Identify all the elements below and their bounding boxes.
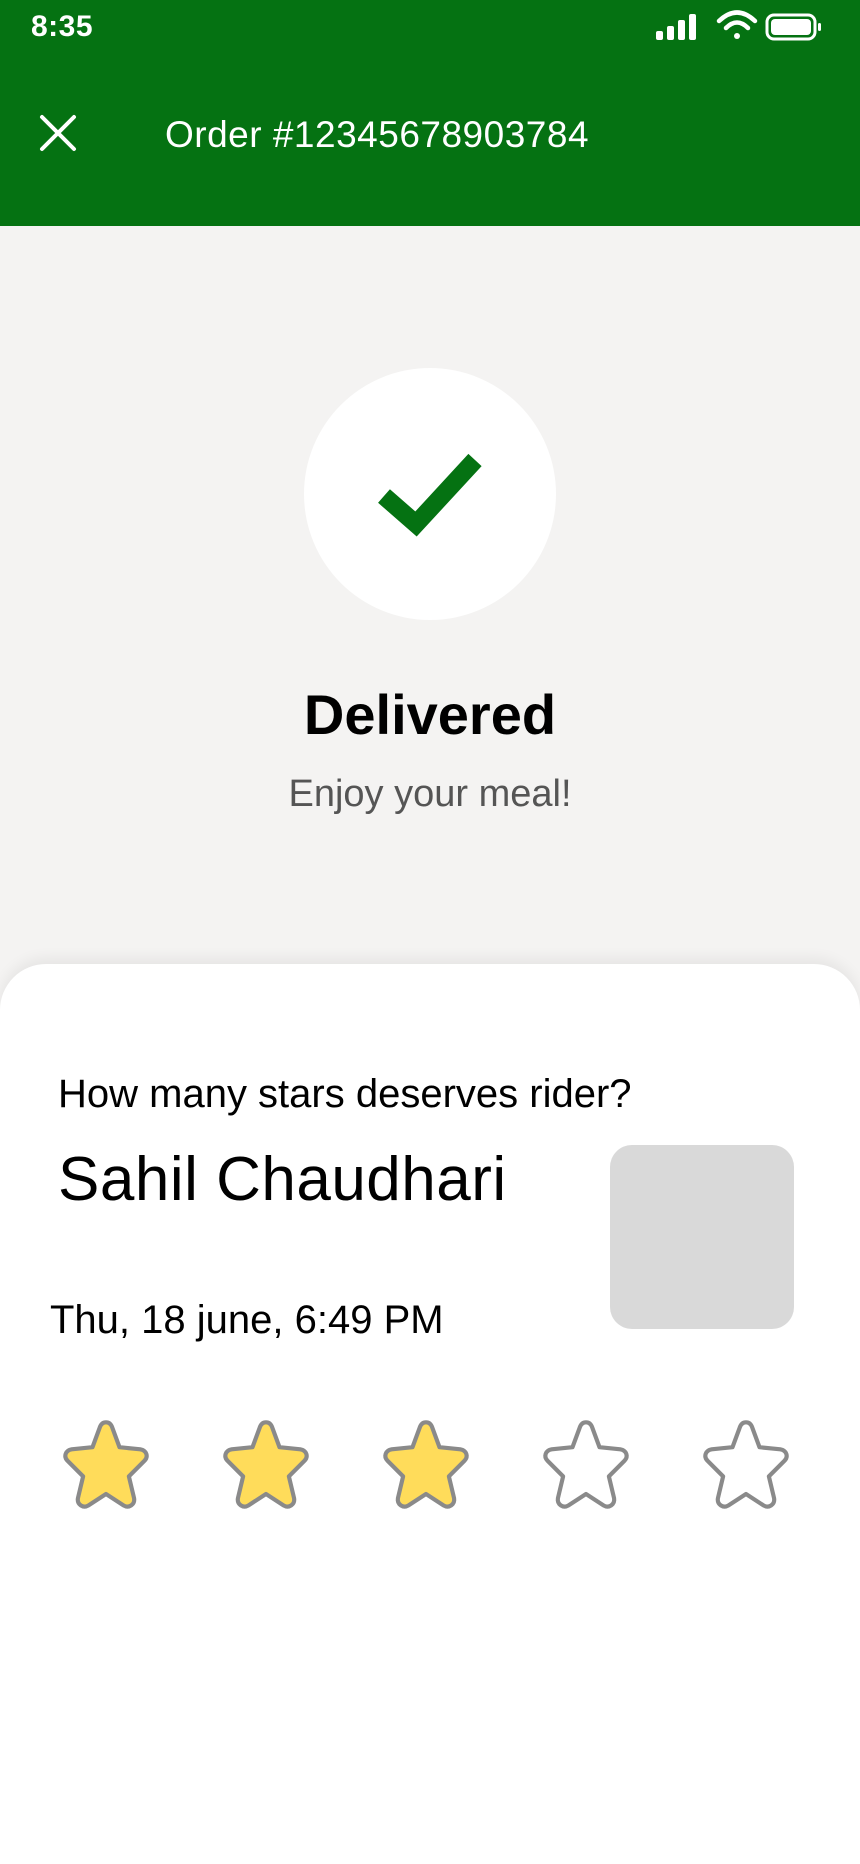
star-rating: [0, 1415, 860, 1525]
delivery-datetime: Thu, 18 june, 6:49 PM: [50, 1298, 444, 1342]
order-title: Order #12345678903784: [165, 114, 590, 155]
star-3-icon[interactable]: [374, 1415, 478, 1519]
star-1-icon[interactable]: [54, 1415, 158, 1519]
close-button[interactable]: [30, 105, 86, 161]
close-icon: [40, 115, 76, 151]
status-bar-icons: [656, 10, 821, 41]
status-bar-time: 8:35: [31, 10, 94, 43]
delivery-status-subtitle: Enjoy your meal!: [288, 773, 572, 815]
rating-question: How many stars deserves rider?: [58, 1072, 632, 1116]
star-5-icon[interactable]: [694, 1415, 798, 1519]
wifi-icon: [716, 10, 758, 39]
signal-icon: [656, 14, 696, 40]
rider-name: Sahil Chaudhari: [58, 1145, 507, 1214]
check-icon: [378, 453, 482, 537]
delivery-status-title: Delivered: [303, 683, 557, 746]
app-header: 8:35 Order #12345678903784: [0, 0, 860, 226]
delivered-status-badge: [304, 368, 556, 620]
star-4-icon[interactable]: [534, 1415, 638, 1519]
battery-icon: [765, 13, 821, 41]
rider-avatar: [610, 1145, 794, 1329]
star-2-icon[interactable]: [214, 1415, 318, 1519]
